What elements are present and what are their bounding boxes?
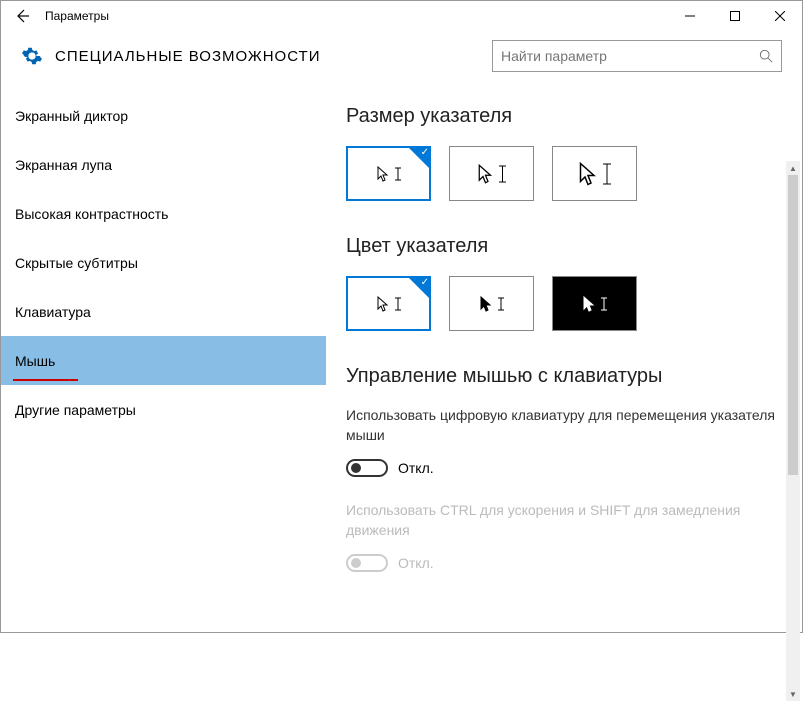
ctrl-toggle (346, 554, 388, 572)
numpad-toggle-label: Откл. (398, 460, 434, 476)
cursor-icon (377, 166, 401, 182)
sidebar-item-mouse[interactable]: Мышь (1, 336, 326, 385)
page-title: СПЕЦИАЛЬНЫЕ ВОЗМОЖНОСТИ (55, 48, 321, 65)
ctrl-toggle-label: Откл. (398, 555, 434, 571)
sidebar: Экранный диктор Экранная лупа Высокая ко… (1, 81, 326, 632)
scroll-thumb[interactable] (788, 175, 798, 475)
titlebar: Параметры (1, 1, 802, 31)
check-icon (408, 147, 430, 169)
minimize-button[interactable] (667, 1, 712, 31)
maximize-button[interactable] (712, 1, 757, 31)
pointer-color-black[interactable] (449, 276, 534, 331)
scroll-up-icon[interactable]: ▲ (788, 163, 798, 173)
header: СПЕЦИАЛЬНЫЕ ВОЗМОЖНОСТИ (1, 31, 802, 81)
back-button[interactable] (7, 1, 37, 31)
pointer-color-heading: Цвет указателя (346, 235, 778, 258)
cursor-icon (583, 296, 607, 312)
check-icon (408, 277, 430, 299)
keyboard-mouse-heading: Управление мышью с клавиатуры (346, 365, 778, 388)
pointer-color-options (346, 276, 778, 331)
scrollbar[interactable]: ▲ ▼ (786, 161, 800, 701)
numpad-description: Использовать цифровую клавиатуру для пер… (346, 406, 778, 445)
ctrl-description: Использовать CTRL для ускорения и SHIFT … (346, 501, 778, 540)
sidebar-item-magnifier[interactable]: Экранная лупа (1, 140, 326, 189)
gear-icon (21, 45, 43, 67)
pointer-size-heading: Размер указателя (346, 105, 778, 128)
search-box[interactable] (492, 40, 782, 72)
pointer-color-white[interactable] (346, 276, 431, 331)
sidebar-item-keyboard[interactable]: Клавиатура (1, 287, 326, 336)
sidebar-item-other[interactable]: Другие параметры (1, 385, 326, 434)
cursor-icon (480, 296, 504, 312)
cursor-icon (478, 164, 506, 184)
pointer-size-options (346, 146, 778, 201)
sidebar-item-closed-captions[interactable]: Скрытые субтитры (1, 238, 326, 287)
scroll-down-icon[interactable]: ▼ (788, 689, 798, 699)
close-button[interactable] (757, 1, 802, 31)
annotation-underline (13, 379, 78, 381)
pointer-color-inverted[interactable] (552, 276, 637, 331)
pointer-size-medium[interactable] (449, 146, 534, 201)
sidebar-item-narrator[interactable]: Экранный диктор (1, 91, 326, 140)
cursor-icon (579, 162, 611, 186)
cursor-icon (377, 296, 401, 312)
window-title: Параметры (45, 9, 109, 23)
pointer-size-large[interactable] (552, 146, 637, 201)
search-icon (759, 49, 773, 63)
main-panel: Размер указателя (326, 81, 802, 632)
search-input[interactable] (501, 48, 759, 64)
numpad-toggle[interactable] (346, 459, 388, 477)
sidebar-item-high-contrast[interactable]: Высокая контрастность (1, 189, 326, 238)
pointer-size-small[interactable] (346, 146, 431, 201)
